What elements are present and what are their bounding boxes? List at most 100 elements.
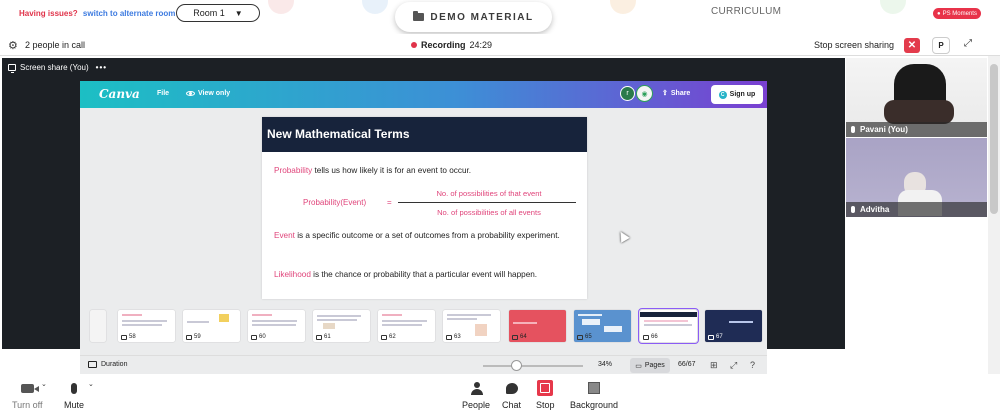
alternate-room-link[interactable]: switch to alternate room [83,9,175,18]
stop-share-button[interactable]: Stop [536,380,555,410]
keyword: Likelihood [274,270,311,279]
participant-tile[interactable]: Advitha [846,138,987,217]
fraction-bar [398,202,576,203]
thumbnail[interactable]: 67 [705,310,762,342]
decoration [880,0,906,14]
thumbnail[interactable]: 63 [443,310,500,342]
chevron-down-icon[interactable]: ⌄ [88,380,94,388]
people-button[interactable]: People [462,380,490,410]
chat-button[interactable]: Chat [502,380,521,410]
scrollbar[interactable] [988,56,1000,386]
camera-toggle-button[interactable]: Turn off [12,380,43,410]
expand-icon[interactable]: ⤢ [964,38,972,49]
comment-icon [577,334,583,340]
recording-label: Recording [421,40,466,50]
chevron-down-icon[interactable]: ⌄ [41,380,47,388]
grid-icon[interactable]: ⊞ [710,360,718,371]
comment-icon [251,334,257,340]
thumbnail-number: 66 [643,334,658,340]
canva-viewer: Canva File View only r ◉ ⇪ Share C Sign … [80,81,767,374]
thumbnail-selected[interactable]: 66 [638,308,699,344]
thumbnail[interactable]: 62 [378,310,435,342]
cursor-icon [616,229,630,243]
help-icon[interactable]: ? [750,360,755,370]
microphone-icon [71,382,77,394]
canva-icon: C [718,90,727,99]
thumbnail-number: 59 [186,334,201,340]
chat-icon [505,382,518,394]
zoom-slider[interactable] [483,365,583,367]
file-menu[interactable]: File [157,90,169,97]
sign-up-button[interactable]: C Sign up [711,85,763,104]
camera-icon [20,383,34,393]
thumbnail[interactable]: 65 [574,310,631,342]
avatar[interactable]: ◉ [636,85,653,102]
thumbnail[interactable]: 58 [118,310,175,342]
issues-text: Having issues? [19,9,78,18]
background-button[interactable]: Background [570,380,618,410]
thumbnail[interactable]: 61 [313,310,370,342]
share-button[interactable]: ⇪ Share [662,89,691,98]
screen-share-label: Screen share (You) ••• [8,63,107,73]
decoration [268,0,294,14]
ps-moments-badge[interactable]: ● PS Moments [933,8,981,19]
pages-icon: ▭ [635,362,642,370]
zoom-slider-handle[interactable] [510,360,522,371]
canva-toolbar: Canva File View only r ◉ ⇪ Share C Sign … [80,81,767,108]
thumbnail-number: 60 [251,334,266,340]
view-only-label: View only [198,90,231,97]
participant-name: Advitha [860,205,890,214]
comment-icon [708,334,714,340]
call-controls: Turn off ⌄ Mute ⌄ People Chat Stop Backg… [0,374,1000,420]
stop-sharing-button[interactable]: ✕ [904,38,920,53]
participant-tile-self[interactable]: Pavani (You) [846,58,987,137]
formula-equals: = [387,198,392,207]
thumbnail[interactable]: 64 [509,310,566,342]
pages-button[interactable]: ▭ Pages [630,358,670,373]
thumbnail-number: 58 [121,334,136,340]
curriculum-tab[interactable]: CURRICULUM [711,6,781,17]
stop-label: Stop [536,400,555,410]
camera-label: Turn off [12,400,43,410]
demo-material-button[interactable]: DEMO MATERIAL [395,2,552,32]
thumbnail-number-label: 67 [716,334,723,340]
recording-dot-icon [411,42,417,48]
probability-definition: Probability tells us how likely it is fo… [274,165,576,177]
screen-icon [8,64,16,73]
duration-button[interactable]: Duration [88,361,127,368]
avatar[interactable]: r [620,86,635,101]
pages-label: Pages [644,362,665,369]
share-label: Share [670,89,691,97]
profile-button[interactable]: P [932,37,950,54]
screen-share-area: Screen share (You) ••• Canva File View o… [2,58,845,374]
demo-material-label: DEMO MATERIAL [430,11,534,23]
participant-video [884,100,954,124]
thumbnail-partial[interactable] [90,310,106,342]
thumbnail[interactable]: 59 [183,310,240,342]
call-frame: ⚙ 2 people in call Recording 24:29 Stop … [0,34,1000,420]
page-count: 66/67 [678,361,696,368]
chevron-down-icon: ▼ [234,8,243,18]
participant-name: Pavani (You) [860,125,908,134]
camera-icon: ● [937,10,941,17]
definition-text: tells us how likely it is for an event t… [312,166,472,175]
comment-icon [381,334,387,340]
call-bar: ⚙ 2 people in call Recording 24:29 Stop … [0,34,1000,56]
thumbnail-number-label: 66 [651,334,658,340]
thumbnail[interactable]: 60 [248,310,305,342]
gear-icon[interactable]: ⚙ [8,39,18,52]
more-options-icon[interactable]: ••• [96,63,107,72]
stop-screen-sharing-label: Stop screen sharing [814,40,895,50]
zoom-value: 34% [598,361,613,368]
share-icon: ⇪ [662,90,668,97]
mute-button[interactable]: Mute [64,380,84,410]
thumbnail-number-label: 58 [129,334,136,340]
scrollbar-thumb[interactable] [990,64,998,214]
room-select[interactable]: Room 1 ▼ [176,4,260,22]
mic-icon [851,206,855,213]
keyword: Event [274,231,295,240]
view-only-indicator[interactable]: View only [186,90,230,97]
thumbnail-number-label: 62 [389,334,396,340]
fullscreen-icon[interactable]: ⤢ [730,360,737,371]
event-definition: Event is a specific outcome or a set of … [274,230,576,242]
